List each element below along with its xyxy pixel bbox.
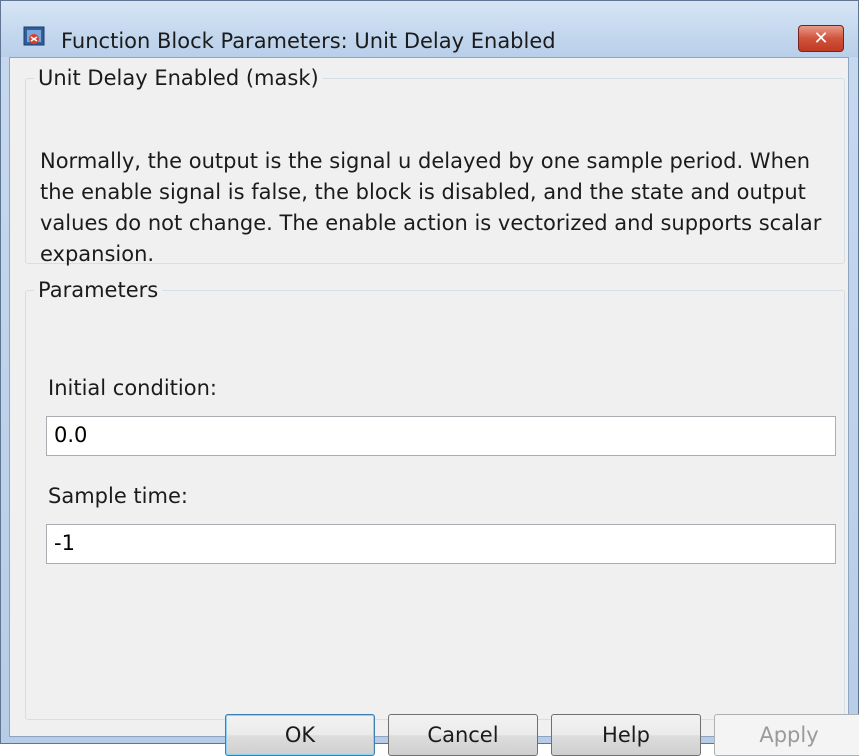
dialog-window: Function Block Parameters: Unit Delay En… xyxy=(0,0,859,756)
initial-condition-label: Initial condition: xyxy=(48,376,217,400)
parameters-group-legend: Parameters xyxy=(38,278,159,302)
dialog-body: Unit Delay Enabled (mask) Normally, the … xyxy=(9,57,859,756)
sample-time-label: Sample time: xyxy=(48,484,188,508)
window-title: Function Block Parameters: Unit Delay En… xyxy=(61,29,556,53)
cancel-button[interactable]: Cancel xyxy=(388,714,538,756)
description-group-legend: Unit Delay Enabled (mask) xyxy=(38,66,319,90)
simulink-block-icon xyxy=(23,25,47,49)
initial-condition-field[interactable]: 0.0 xyxy=(46,416,836,456)
block-description: Normally, the output is the signal u del… xyxy=(40,149,822,266)
close-icon: ✕ xyxy=(813,28,829,49)
sample-time-field[interactable]: -1 xyxy=(46,524,836,564)
description-group: Unit Delay Enabled (mask) Normally, the … xyxy=(25,66,845,266)
parameters-group: Parameters Initial condition: 0.0 Sample… xyxy=(25,278,845,720)
ok-button[interactable]: OK xyxy=(225,714,375,756)
close-button[interactable]: ✕ xyxy=(798,25,844,52)
help-button[interactable]: Help xyxy=(551,714,701,756)
title-bar[interactable]: Function Block Parameters: Unit Delay En… xyxy=(1,1,858,57)
apply-button[interactable]: Apply xyxy=(714,714,859,756)
